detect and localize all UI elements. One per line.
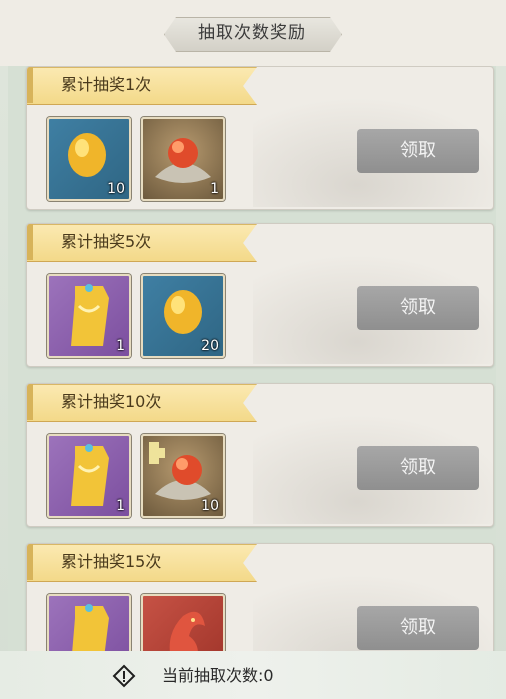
- ribbon-edge: [27, 67, 33, 103]
- claim-button[interactable]: 领取: [357, 606, 479, 650]
- reward-card-3: 累计抽奖10次 1 10 领取: [26, 383, 494, 527]
- tier-label: 累计抽奖10次: [61, 392, 162, 411]
- reward-item[interactable]: 10: [47, 117, 131, 201]
- reward-item[interactable]: 1: [47, 274, 131, 358]
- red-dragon-icon: [169, 611, 205, 651]
- reward-card-1: 累计抽奖1次 10 1 领取: [26, 66, 494, 210]
- item-quantity: 1: [210, 181, 219, 197]
- claim-button[interactable]: 领取: [357, 129, 479, 173]
- claim-button[interactable]: 领取: [357, 286, 479, 330]
- reward-list[interactable]: 累计抽奖1次 10 1 领取 累计抽奖5次 1 20 领取 累计抽奖10次 1 …: [8, 66, 496, 651]
- ribbon-edge: [27, 224, 33, 260]
- item-quantity: 10: [201, 498, 219, 514]
- reward-item[interactable]: 1: [47, 434, 131, 518]
- reward-item[interactable]: 1: [141, 117, 225, 201]
- panel-title: 抽取次数奖励: [198, 23, 306, 43]
- reward-item[interactable]: [47, 594, 131, 651]
- draw-count-text: 当前抽取次数:0: [162, 666, 274, 685]
- reward-card-2: 累计抽奖5次 1 20 领取: [26, 223, 494, 367]
- ribbon-edge: [27, 384, 33, 420]
- claim-button[interactable]: 领取: [357, 446, 479, 490]
- ribbon-edge: [27, 544, 33, 580]
- item-quantity: 20: [201, 338, 219, 354]
- tier-label: 累计抽奖1次: [61, 75, 152, 94]
- warning-icon: [112, 664, 136, 688]
- reward-item[interactable]: [141, 594, 225, 651]
- reward-item[interactable]: 20: [141, 274, 225, 358]
- tier-label: 累计抽奖5次: [61, 232, 152, 251]
- golden-robe-icon: [72, 604, 109, 651]
- reward-card-4: 累计抽奖15次 领取: [26, 543, 494, 651]
- tier-label: 累计抽奖15次: [61, 552, 162, 571]
- item-quantity: 1: [116, 338, 125, 354]
- item-quantity: 10: [107, 181, 125, 197]
- reward-item[interactable]: 10: [141, 434, 225, 518]
- item-quantity: 1: [116, 498, 125, 514]
